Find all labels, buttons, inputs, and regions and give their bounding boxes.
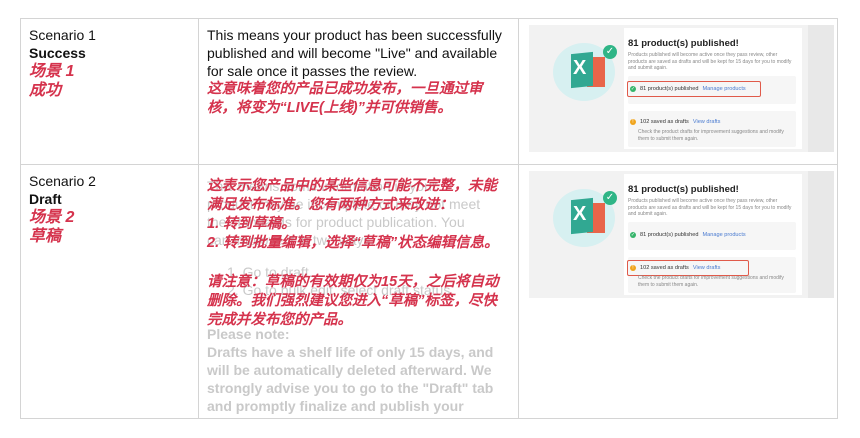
drafts-note: Check the product drafts for improvement… <box>638 275 784 288</box>
scenario-cell: Scenario 1 Success 场景 1 成功 <box>20 18 199 165</box>
scenario-zh-name: 草稿 <box>29 228 62 245</box>
scenario-label: Scenario 2 <box>29 173 96 189</box>
manage-products-link[interactable]: Manage products <box>702 232 745 238</box>
drafts-note: Check the product drafts for improvement… <box>638 129 784 142</box>
scenario-name: Success <box>29 45 86 61</box>
table-row: Scenario 2 Draft 场景 2 草稿 This means some… <box>20 164 838 419</box>
description-en: This means your product has been success… <box>207 27 502 79</box>
description-zh: 这意味着您的产品已成功发布，一旦通过审核，将变为“LIVE(上线)”并可供销售。 <box>207 81 483 116</box>
scenario-label: Scenario 1 <box>29 27 96 43</box>
check-icon: ✓ <box>630 232 636 238</box>
scenario-zh-label: 场景 2 <box>29 209 75 226</box>
scenario-name: Draft <box>29 191 62 207</box>
published-text: 81 product(s) published <box>640 232 699 238</box>
drafts-text: 102 saved as drafts <box>640 119 689 125</box>
result-description: Products published will become active on… <box>628 198 792 217</box>
highlight-box <box>627 81 761 97</box>
description-zh: 这表示您产品中的某些信息可能不完整，未能满足发布标准。您有两种方式来改进： <box>207 178 497 213</box>
highlight-box <box>627 260 749 276</box>
result-panel: 81 product(s) published! Products publis… <box>624 28 802 149</box>
info-icon: ! <box>630 119 636 125</box>
view-drafts-link[interactable]: View drafts <box>693 119 721 125</box>
step-2: 2. 转到批量编辑，选择“草稿”状态编辑信息。 <box>207 235 499 251</box>
screenshot-cell: X ✓ 81 product(s) published! Products pub… <box>518 18 838 165</box>
description-cell: This means your product has been success… <box>198 18 519 165</box>
scenario-zh-name: 成功 <box>29 82 62 99</box>
excel-illustration-icon: X ✓ <box>549 39 621 105</box>
description-cell: This means some information in your prod… <box>198 164 519 419</box>
screenshot-cell: X ✓ 81 product(s) published! Products pub… <box>518 164 838 419</box>
scenario-zh-label: 场景 1 <box>29 63 75 80</box>
result-title: 81 product(s) published! <box>628 184 739 195</box>
result-title: 81 product(s) published! <box>628 38 739 49</box>
step-1: 1. 转到草稿。 <box>207 216 296 232</box>
note-zh: 请注意：草稿的有效期仅为15天，之后将自动删除。我们强烈建议您进入“草稿”标签，… <box>207 274 499 328</box>
scenario-table: Scenario 1 Success 场景 1 成功 This means yo… <box>20 18 838 419</box>
result-panel: 81 product(s) published! Products publis… <box>624 174 802 295</box>
drafts-row: ! 102 saved as drafts View drafts <box>630 119 720 125</box>
publish-result-screenshot: X ✓ 81 product(s) published! Products pub… <box>529 171 834 298</box>
chinese-description: 这表示您产品中的某些信息可能不完整，未能满足发布标准。您有两种方式来改进： 1.… <box>207 177 511 330</box>
excel-illustration-icon: X ✓ <box>549 185 621 251</box>
scenario-cell: Scenario 2 Draft 场景 2 草稿 <box>20 164 199 419</box>
publish-result-screenshot: X ✓ 81 product(s) published! Products pub… <box>529 25 834 152</box>
result-description: Products published will become active on… <box>628 52 792 71</box>
published-row: ✓ 81 product(s) published Manage product… <box>630 232 746 238</box>
table-row: Scenario 1 Success 场景 1 成功 This means yo… <box>20 18 838 165</box>
